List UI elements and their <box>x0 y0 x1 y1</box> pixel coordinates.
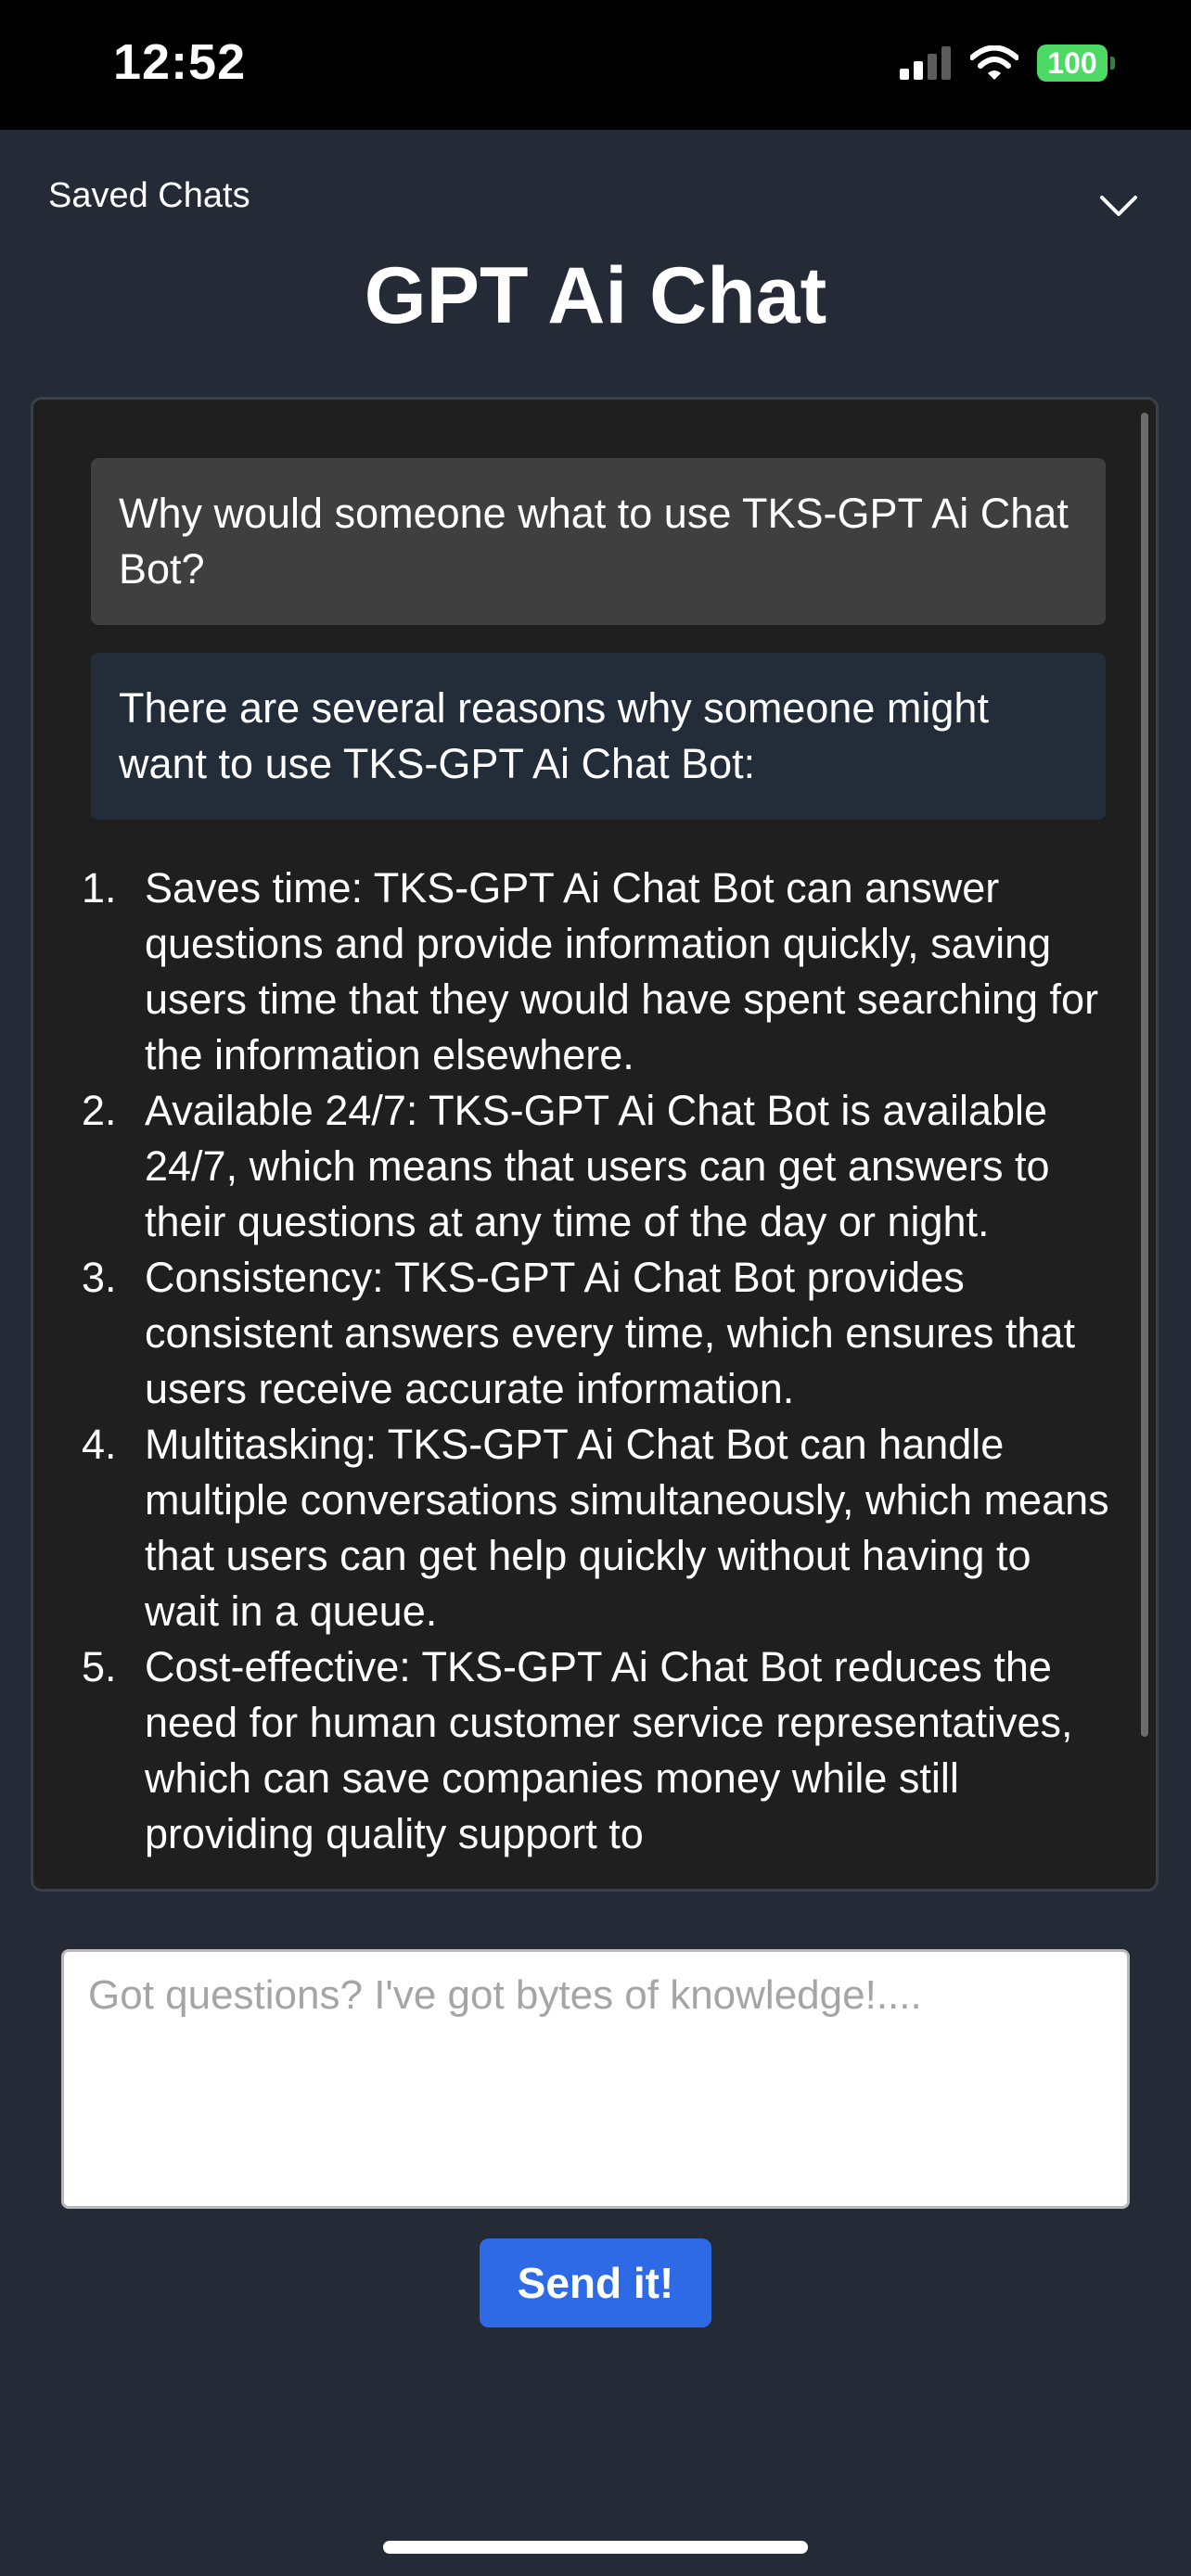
battery-cap <box>1110 57 1115 70</box>
battery-icon: 100 <box>1037 45 1108 82</box>
list-item: 5. Cost-effective: TKS-GPT Ai Chat Bot re… <box>33 1639 1109 1862</box>
page-title: GPT Ai Chat <box>364 251 827 340</box>
reasons-list: 1. Saves time: TKS-GPT Ai Chat Bot can an… <box>33 861 1109 1862</box>
chevron-down-icon[interactable] <box>1098 185 1139 226</box>
list-item-number: 5. <box>82 1643 117 1690</box>
chat-panel[interactable]: Why would someone what to use TKS-GPT Ai… <box>31 397 1159 1892</box>
list-item-text: Consistency: TKS-GPT Ai Chat Bot provide… <box>145 1254 1075 1412</box>
list-item: 3. Consistency: TKS-GPT Ai Chat Bot provi… <box>33 1250 1109 1417</box>
list-item: 1. Saves time: TKS-GPT Ai Chat Bot can an… <box>33 861 1109 1083</box>
list-item-text: Multitasking: TKS-GPT Ai Chat Bot can ha… <box>145 1421 1109 1635</box>
send-button[interactable]: Send it! <box>480 2238 711 2327</box>
status-icons: 100 <box>900 45 1115 82</box>
home-indicator[interactable] <box>383 2541 808 2554</box>
wifi-icon <box>970 45 1018 80</box>
message-input[interactable] <box>61 1949 1130 2209</box>
list-item-number: 3. <box>82 1254 117 1301</box>
saved-chats-label[interactable]: Saved Chats <box>48 176 250 216</box>
status-bar: 12:52 100 <box>0 0 1191 130</box>
status-time: 12:52 <box>113 34 247 90</box>
list-item-number: 1. <box>82 864 117 912</box>
list-item-number: 4. <box>82 1421 117 1468</box>
scrollbar-thumb[interactable] <box>1141 413 1148 1737</box>
list-item-text: Cost-effective: TKS-GPT Ai Chat Bot redu… <box>145 1643 1073 1857</box>
list-item: 4. Multitasking: TKS-GPT Ai Chat Bot can … <box>33 1417 1109 1639</box>
list-item-text: Available 24/7: TKS-GPT Ai Chat Bot is a… <box>145 1087 1050 1245</box>
user-message: Why would someone what to use TKS-GPT Ai… <box>91 458 1106 625</box>
list-item: 2. Available 24/7: TKS-GPT Ai Chat Bot is… <box>33 1083 1109 1250</box>
list-item-number: 2. <box>82 1087 117 1134</box>
list-item-text: Saves time: TKS-GPT Ai Chat Bot can answ… <box>145 864 1099 1078</box>
signal-icon <box>900 46 951 80</box>
assistant-message: There are several reasons why someone mi… <box>91 653 1106 820</box>
